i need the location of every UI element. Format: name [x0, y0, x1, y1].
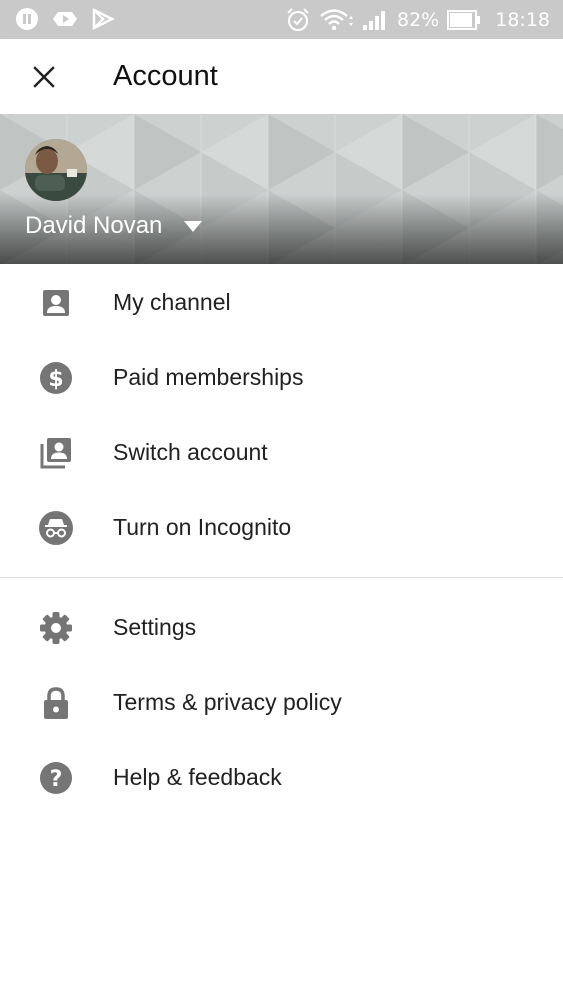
avatar[interactable]	[25, 139, 87, 201]
switch-account-icon	[38, 435, 74, 471]
account-name: David Novan	[25, 212, 163, 239]
menu-label: Paid memberships	[113, 364, 304, 390]
signal-icon	[361, 8, 389, 32]
menu-label: Terms & privacy policy	[113, 689, 342, 715]
app-bar: Account	[0, 39, 563, 114]
status-bar-notifications	[15, 7, 115, 31]
menu-label: My channel	[113, 289, 231, 315]
status-bar-system: 82% 18:18	[285, 0, 550, 39]
gear-icon	[38, 610, 74, 646]
pause-icon	[15, 7, 39, 31]
menu-label: Switch account	[113, 439, 268, 465]
menu-divider	[0, 577, 563, 578]
menu-item-switch-account[interactable]: Switch account	[0, 415, 563, 490]
menu-label: Turn on Incognito	[113, 514, 292, 540]
battery-icon	[447, 9, 481, 31]
svg-text:?: ?	[50, 767, 63, 792]
status-bar: 82% 18:18	[0, 0, 563, 39]
menu-label: Settings	[113, 614, 197, 640]
account-banner: David Novan	[0, 114, 563, 264]
play-store-icon	[91, 7, 115, 31]
dropdown-triangle-icon	[184, 220, 203, 232]
incognito-icon	[38, 510, 74, 546]
help-icon: ?	[38, 760, 74, 796]
avatar-photo	[25, 139, 87, 201]
video-icon	[51, 7, 79, 31]
menu-item-incognito[interactable]: Turn on Incognito	[0, 490, 563, 565]
menu-item-terms-privacy[interactable]: Terms & privacy policy	[0, 665, 563, 740]
account-switcher[interactable]: David Novan	[25, 212, 203, 240]
menu-item-my-channel[interactable]: My channel	[0, 265, 563, 340]
page-title: Account	[113, 60, 218, 92]
close-button[interactable]	[22, 55, 66, 99]
lock-icon	[38, 685, 74, 721]
dollar-circle-icon: $	[38, 360, 74, 396]
svg-text:$: $	[48, 367, 63, 392]
clock: 18:18	[495, 8, 550, 31]
menu-item-paid-memberships[interactable]: $ Paid memberships	[0, 340, 563, 415]
menu-label: Help & feedback	[113, 764, 282, 790]
account-screen: 82% 18:18 Account David Novan My channel…	[0, 0, 563, 1000]
close-icon	[33, 66, 55, 88]
menu-item-help-feedback[interactable]: ? Help & feedback	[0, 740, 563, 815]
account-box-icon	[38, 285, 74, 321]
battery-percent: 82%	[397, 8, 440, 31]
alarm-icon	[285, 7, 311, 33]
wifi-icon	[319, 7, 353, 33]
menu-item-settings[interactable]: Settings	[0, 590, 563, 665]
